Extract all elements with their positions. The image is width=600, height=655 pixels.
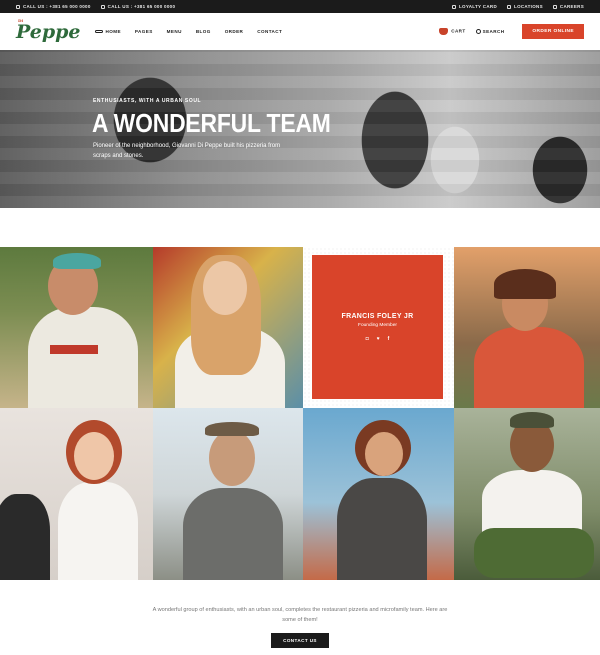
team-photo-4[interactable] xyxy=(0,408,153,580)
hero-description: Pioneer of the neighborhood, Giovanni Di… xyxy=(93,143,281,159)
locations-link[interactable]: LOCATIONS xyxy=(507,4,543,9)
member-info-card[interactable]: FRANCIS FOLEY JR Founding Member ◘ ♥ f xyxy=(312,255,443,399)
phone-icon xyxy=(100,4,105,9)
team-photo-5[interactable] xyxy=(153,408,303,580)
loyalty-card-link[interactable]: LOYALTY CARD xyxy=(451,4,497,9)
phone-icon xyxy=(16,4,20,9)
member-role: Founding Member xyxy=(358,322,397,328)
call-link-1[interactable]: CALL US : +381 65 000 0000 xyxy=(16,4,91,9)
location-pin-icon xyxy=(507,4,512,9)
nav-order[interactable]: ORDER xyxy=(225,29,244,34)
team-photo-6[interactable] xyxy=(303,408,454,580)
careers-link[interactable]: CAREERS xyxy=(552,4,584,9)
member-name: FRANCIS FOLEY JR xyxy=(341,312,414,320)
team-member-card: FRANCIS FOLEY JR Founding Member ◘ ♥ f xyxy=(303,247,454,408)
facebook-icon[interactable]: f xyxy=(388,336,390,342)
nav-menu[interactable]: MENU xyxy=(167,29,182,34)
team-photo-3[interactable] xyxy=(454,247,600,408)
order-online-button[interactable]: ORDER ONLINE xyxy=(522,24,584,39)
hero-banner: ENTHUSIASTS, WITH A URBAN SOUL A WONDERF… xyxy=(0,50,600,208)
top-bar: CALL US : +381 65 000 0000 CALL US : +38… xyxy=(0,0,600,13)
heart-icon xyxy=(451,4,456,9)
search-link[interactable]: SEARCH xyxy=(475,29,505,35)
main-nav: HOME PAGES MENU BLOG ORDER CONTACT xyxy=(94,29,283,34)
team-photo-7[interactable] xyxy=(454,408,600,580)
search-icon xyxy=(475,29,481,35)
cart-link[interactable]: CART xyxy=(439,28,465,35)
team-photo-1[interactable] xyxy=(0,247,153,408)
home-icon xyxy=(94,30,103,34)
call-link-2[interactable]: CALL US : +381 65 000 0000 xyxy=(100,4,176,9)
nav-home[interactable]: HOME xyxy=(94,29,121,34)
contact-us-button[interactable]: CONTACT US xyxy=(271,633,329,648)
cart-icon xyxy=(439,28,449,35)
site-header: Di Peppe HOME PAGES MENU BLOG ORDER CONTA… xyxy=(0,13,600,50)
hero-title: A WONDERFUL TEAM xyxy=(92,108,331,138)
hero-eyebrow: ENTHUSIASTS, WITH A URBAN SOUL xyxy=(93,98,202,104)
team-intro-text: A wonderful group of enthusiasts, with a… xyxy=(152,607,448,623)
nav-blog[interactable]: BLOG xyxy=(196,29,211,34)
site-logo[interactable]: Di Peppe xyxy=(16,18,81,43)
team-grid: FRANCIS FOLEY JR Founding Member ◘ ♥ f xyxy=(0,247,600,580)
team-photo-2[interactable] xyxy=(153,247,303,408)
nav-contact[interactable]: CONTACT xyxy=(257,29,282,34)
member-socials: ◘ ♥ f xyxy=(366,336,390,342)
instagram-icon[interactable]: ◘ xyxy=(366,336,369,342)
twitter-icon[interactable]: ♥ xyxy=(377,336,380,342)
nav-pages[interactable]: PAGES xyxy=(135,29,153,34)
send-icon xyxy=(552,4,557,9)
